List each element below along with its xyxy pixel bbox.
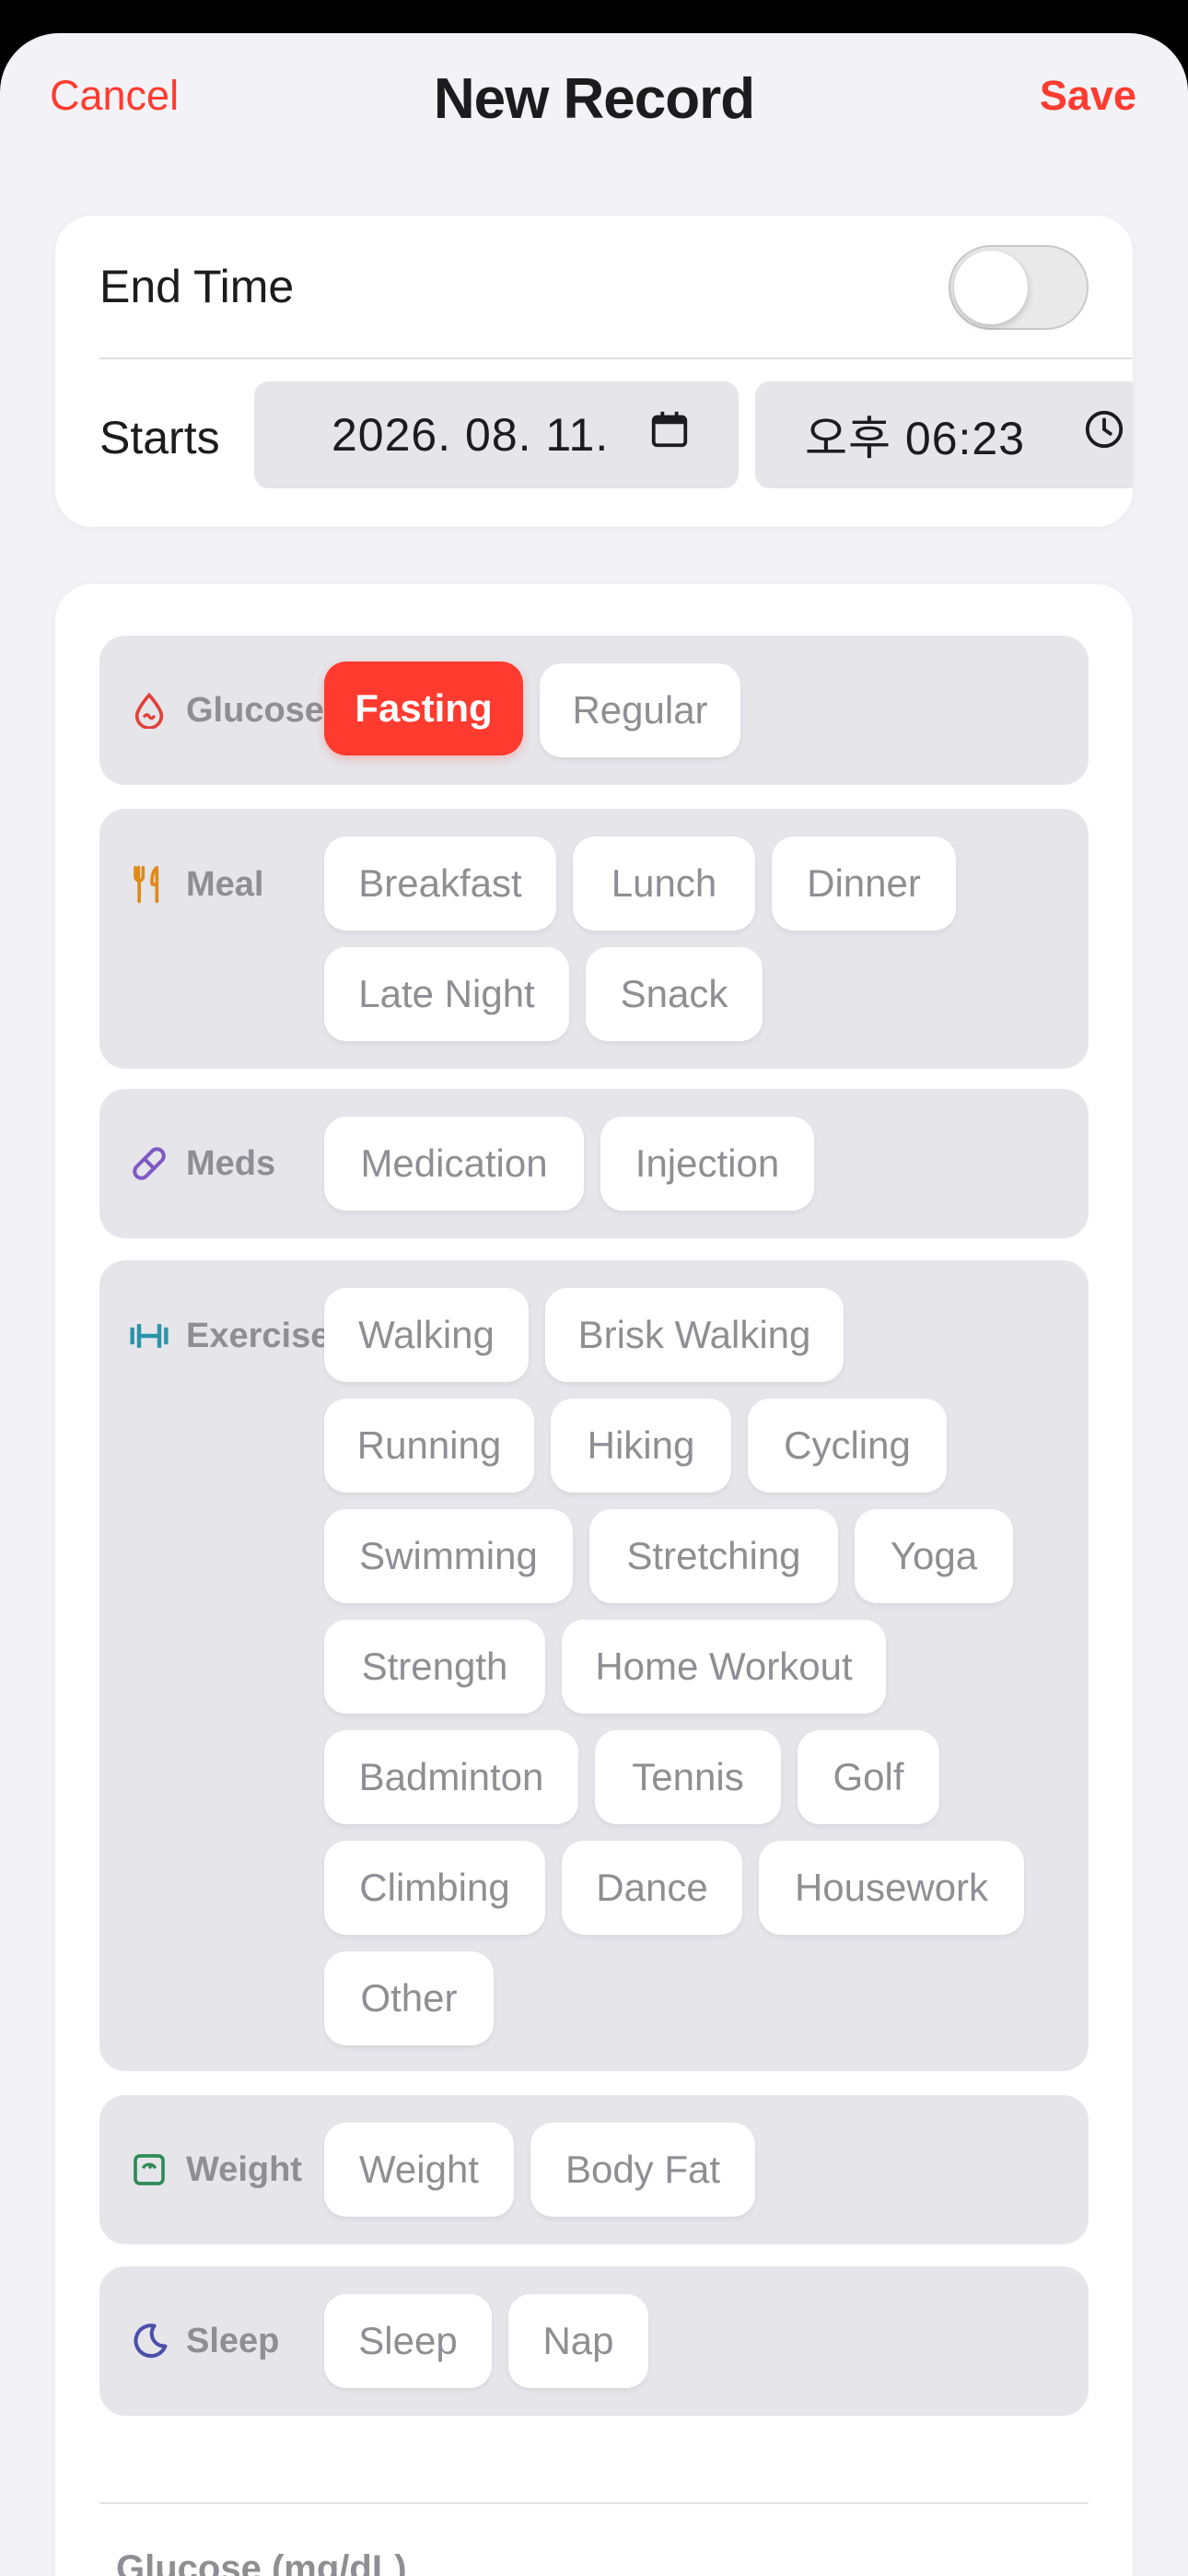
date-value: 2026. 08. 11. [332, 409, 610, 461]
category-meal: Meal Breakfast Lunch Dinner Late Night S… [99, 809, 1089, 1069]
drop-icon [129, 690, 169, 731]
chip-body-fat[interactable]: Body Fat [530, 2123, 755, 2217]
page-title: New Record [433, 67, 755, 131]
time-picker[interactable]: 오후 06:23 [755, 381, 1133, 488]
scale-icon [129, 2149, 169, 2190]
category-exercise: Exercise Walking Brisk Walking Running H… [99, 1260, 1089, 2071]
chip-yoga[interactable]: Yoga [855, 1509, 1013, 1603]
chip-other[interactable]: Other [324, 1951, 494, 2045]
divider [99, 2502, 1089, 2504]
toggle-knob [954, 251, 1028, 324]
save-button[interactable]: Save [1040, 72, 1136, 120]
glucose-unit-label: Glucose (mg/dL) [116, 2548, 407, 2576]
category-label-meds: Meds [186, 1143, 276, 1183]
chip-hiking[interactable]: Hiking [551, 1399, 731, 1493]
starts-row: Starts 2026. 08. 11. 오후 06:23 [99, 359, 1133, 516]
category-label-exercise: Exercise [186, 1316, 331, 1355]
chip-tennis[interactable]: Tennis [595, 1730, 781, 1824]
chip-stretching[interactable]: Stretching [589, 1509, 838, 1603]
chip-injection[interactable]: Injection [600, 1117, 814, 1211]
category-label-weight: Weight [186, 2149, 302, 2189]
chip-brisk-walking[interactable]: Brisk Walking [545, 1288, 844, 1382]
category-exercise-head: Exercise [129, 1260, 330, 1411]
category-glucose: Glucose Fasting Regular [99, 636, 1089, 785]
chip-badminton[interactable]: Badminton [324, 1730, 578, 1824]
category-glucose-head: Glucose [129, 636, 324, 785]
fork-knife-icon [129, 864, 169, 905]
time-card: End Time Starts 2026. 08. 11. 오후 06:23 [55, 216, 1133, 527]
category-label-sleep: Sleep [186, 2321, 280, 2360]
category-label-glucose: Glucose [186, 690, 324, 730]
chip-regular[interactable]: Regular [540, 663, 740, 757]
pill-icon [129, 1143, 169, 1184]
chip-dance[interactable]: Dance [562, 1841, 742, 1935]
dumbbell-icon [129, 1316, 169, 1356]
category-card: Glucose Fasting Regular Meal Breakfast L… [55, 584, 1133, 2576]
chip-snack[interactable]: Snack [586, 947, 763, 1041]
category-sleep-head: Sleep [129, 2266, 279, 2416]
nav-bar: Cancel New Record Save [0, 33, 1188, 171]
chip-walking[interactable]: Walking [324, 1288, 529, 1382]
time-value: 오후 06:23 [805, 413, 1026, 464]
category-weight: Weight Weight Body Fat [99, 2095, 1089, 2244]
clock-icon [1083, 408, 1125, 462]
chip-housework[interactable]: Housework [759, 1841, 1024, 1935]
chip-nap[interactable]: Nap [508, 2294, 648, 2388]
chip-dinner[interactable]: Dinner [772, 837, 956, 931]
starts-label: Starts [99, 412, 220, 463]
calendar-icon [648, 408, 691, 462]
chip-cycling[interactable]: Cycling [748, 1399, 947, 1493]
category-weight-head: Weight [129, 2095, 302, 2244]
chip-weight[interactable]: Weight [324, 2123, 514, 2217]
chip-sleep[interactable]: Sleep [324, 2294, 492, 2388]
category-label-meal: Meal [186, 864, 264, 904]
chip-breakfast[interactable]: Breakfast [324, 837, 556, 931]
chip-strength[interactable]: Strength [324, 1620, 545, 1714]
chip-fasting[interactable]: Fasting [324, 662, 523, 755]
chip-medication[interactable]: Medication [324, 1117, 584, 1211]
category-meal-head: Meal [129, 809, 263, 960]
category-meds: Meds Medication Injection [99, 1089, 1089, 1238]
chip-home-workout[interactable]: Home Workout [562, 1620, 886, 1714]
chip-swimming[interactable]: Swimming [324, 1509, 573, 1603]
end-time-toggle[interactable] [949, 245, 1089, 330]
chip-late-night[interactable]: Late Night [324, 947, 569, 1041]
category-sleep: Sleep Sleep Nap [99, 2266, 1089, 2416]
end-time-label: End Time [99, 261, 295, 312]
chip-climbing[interactable]: Climbing [324, 1841, 545, 1935]
category-meds-head: Meds [129, 1089, 275, 1238]
date-picker[interactable]: 2026. 08. 11. [254, 381, 739, 488]
new-record-sheet: Cancel New Record Save End Time Starts 2… [0, 33, 1188, 2576]
moon-icon [129, 2321, 169, 2361]
end-time-row: End Time [99, 216, 1133, 359]
chip-running[interactable]: Running [324, 1399, 534, 1493]
chip-lunch[interactable]: Lunch [573, 837, 755, 931]
chip-golf[interactable]: Golf [798, 1730, 939, 1824]
